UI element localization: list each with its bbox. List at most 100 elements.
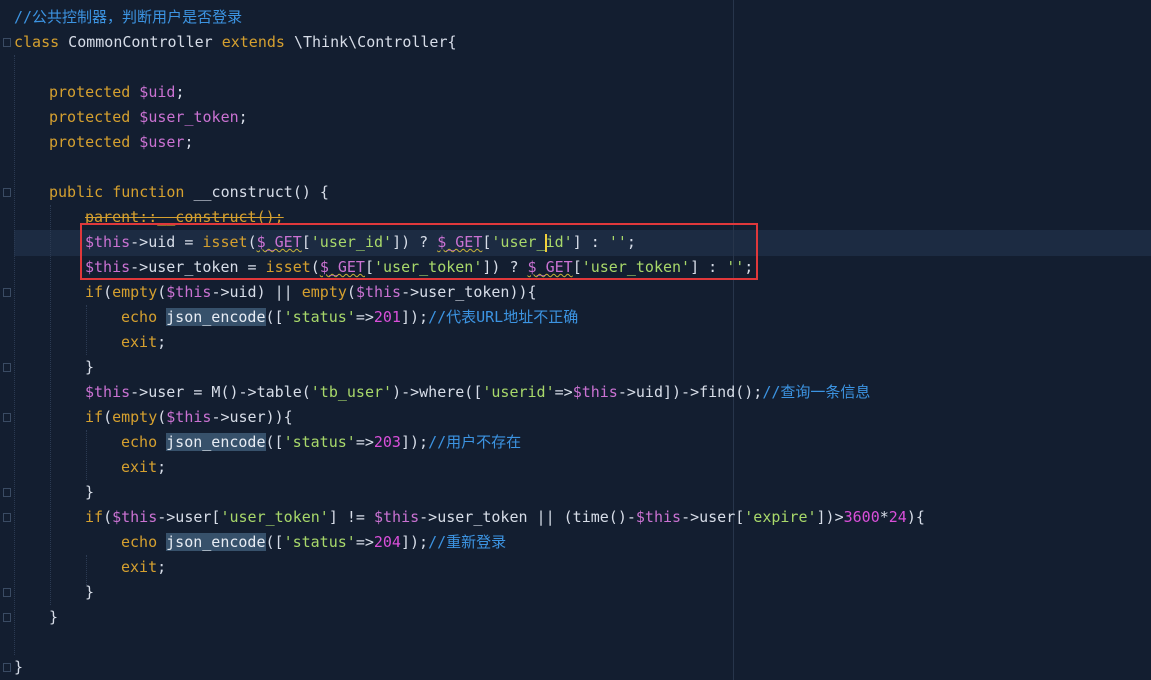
property-name: $user (130, 133, 185, 151)
code-text: ] != (328, 508, 374, 526)
indent-guide (86, 430, 88, 480)
fold-toggle-icon[interactable] (3, 38, 11, 47)
code-text: ([ (265, 433, 284, 451)
exit-keyword: exit (121, 333, 158, 351)
code-text: ->user_token || (time()- (419, 508, 636, 526)
punctuation: ; (238, 108, 248, 126)
punctuation: ; (175, 83, 185, 101)
code-text: ){ (906, 508, 925, 526)
if-keyword: if (85, 408, 104, 426)
json-encode-function: json_encode (166, 533, 266, 551)
code-text: ( (157, 283, 167, 301)
fold-toggle-icon[interactable] (3, 513, 11, 522)
fold-toggle-icon[interactable] (3, 488, 11, 497)
this-var: $this (355, 283, 402, 301)
class-name: CommonController (59, 33, 222, 51)
comment-text: //用户不存在 (428, 433, 522, 451)
column-ruler (733, 0, 734, 680)
json-encode-function: json_encode (166, 308, 266, 326)
function-signature: __construct() { (184, 183, 329, 201)
code-line-19: if($this->user['user_token'] != $this->u… (85, 505, 925, 530)
protected-keyword: protected (49, 108, 131, 126)
number-literal: 201 (373, 308, 401, 326)
string-literal: 'status' (283, 308, 356, 326)
code-text: => (554, 383, 573, 401)
parent-class: \Think\Controller{ (284, 33, 457, 51)
protected-keyword: protected (49, 83, 131, 101)
string-literal: 'tb_user' (310, 383, 393, 401)
code-line-23: } (49, 605, 58, 630)
fold-toggle-icon[interactable] (3, 363, 11, 372)
string-literal: 'status' (283, 433, 356, 451)
string-literal: 'user_token' (220, 508, 329, 526)
code-line-15: if(empty($this->user)){ (85, 405, 293, 430)
fold-toggle-icon[interactable] (3, 613, 11, 622)
code-text: ; (157, 558, 167, 576)
string-literal: 'userid' (482, 383, 555, 401)
class-keyword: class (14, 33, 60, 51)
this-var: $this (166, 283, 212, 301)
code-text: ->uid])->find(); (617, 383, 763, 401)
echo-keyword: echo (121, 308, 158, 326)
code-line-13: } (85, 355, 94, 380)
fold-toggle-icon[interactable] (3, 588, 11, 597)
code-text: ]); (400, 433, 429, 451)
fold-toggle-icon[interactable] (3, 413, 11, 422)
comment-text: //代表URL地址不正确 (428, 308, 579, 326)
fold-toggle-icon[interactable] (3, 288, 11, 297)
text-cursor (545, 234, 547, 252)
this-var: $this (112, 508, 158, 526)
code-line-24: } (14, 655, 23, 680)
number-literal: 3600 (843, 508, 880, 526)
exit-keyword: exit (121, 558, 158, 576)
code-line-5: protected $user; (49, 130, 194, 155)
this-var: $this (374, 508, 420, 526)
this-var: $this (85, 383, 131, 401)
code-text: ; (157, 458, 167, 476)
comment-text: //公共控制器，判断用户是否登录 (14, 8, 243, 26)
public-keyword: public (49, 183, 104, 201)
number-literal: 203 (373, 433, 401, 451)
exit-keyword: exit (121, 458, 158, 476)
fold-toggle-icon[interactable] (3, 188, 11, 197)
property-name: $uid (130, 83, 176, 101)
code-text: ([ (265, 308, 284, 326)
code-text: )->where([ (392, 383, 483, 401)
code-text: * (879, 508, 889, 526)
code-text: } (49, 608, 59, 626)
code-text: ->user_token)){ (401, 283, 537, 301)
code-line-1: //公共控制器，判断用户是否登录 (14, 5, 242, 30)
code-text: ]); (400, 533, 429, 551)
protected-keyword: protected (49, 133, 131, 151)
code-text: ( (103, 283, 113, 301)
punctuation: ; (184, 133, 194, 151)
code-text: } (85, 583, 95, 601)
this-var: $this (572, 383, 618, 401)
code-editor[interactable]: //公共控制器，判断用户是否登录 class CommonController … (0, 0, 1151, 680)
code-line-3: protected $uid; (49, 80, 184, 105)
empty-keyword: empty (301, 283, 347, 301)
code-text: ->user[ (681, 508, 745, 526)
empty-keyword: empty (112, 408, 158, 426)
code-text: ( (346, 283, 356, 301)
code-line-11: echo json_encode(['status'=>201]);//代表UR… (121, 305, 578, 330)
indent-guide (86, 305, 88, 355)
code-text: => (355, 433, 374, 451)
code-line-18: } (85, 480, 94, 505)
echo-keyword: echo (121, 433, 158, 451)
code-text: ->user[ (157, 508, 221, 526)
if-keyword: if (85, 508, 104, 526)
highlight-annotation-box (80, 223, 758, 280)
comment-text: //查询一条信息 (762, 383, 871, 401)
this-var: $this (635, 508, 682, 526)
code-text: ->uid) || (211, 283, 302, 301)
if-keyword: if (85, 283, 104, 301)
code-text: ->user = M()->table( (130, 383, 311, 401)
fold-toggle-icon[interactable] (3, 663, 11, 672)
this-var: $this (166, 408, 212, 426)
string-literal: 'status' (283, 533, 356, 551)
code-text: } (85, 483, 95, 501)
code-text: => (355, 533, 374, 551)
function-keyword: function (103, 183, 185, 201)
code-line-16: echo json_encode(['status'=>203]);//用户不存… (121, 430, 521, 455)
